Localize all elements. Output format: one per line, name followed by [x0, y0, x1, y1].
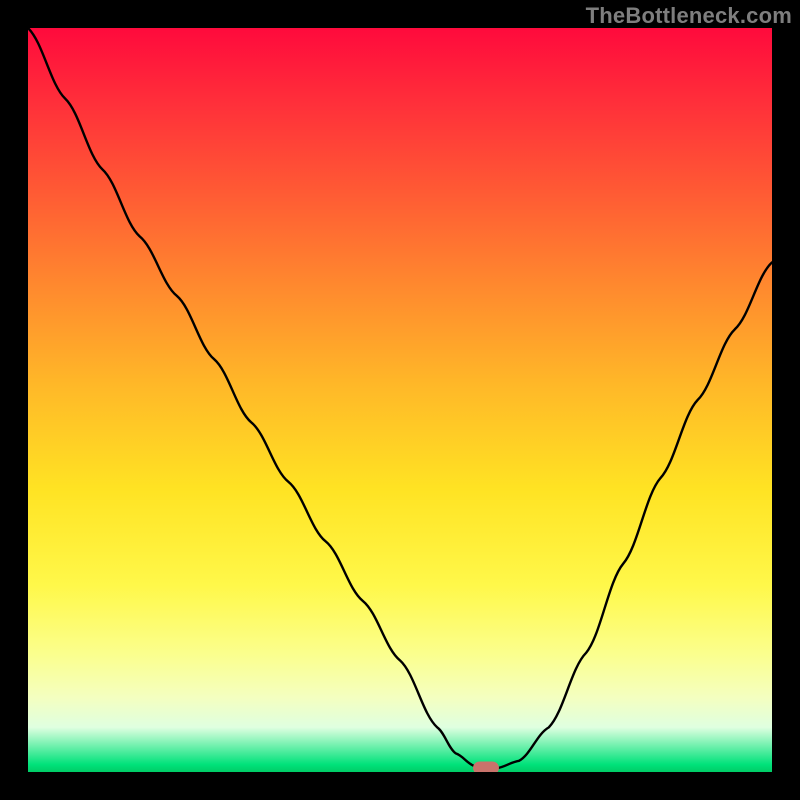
chart-frame: TheBottleneck.com: [0, 0, 800, 800]
plot-area: [28, 28, 772, 772]
bottleneck-marker: [473, 761, 499, 772]
watermark-label: TheBottleneck.com: [586, 3, 792, 29]
bottleneck-curve: [28, 28, 772, 772]
